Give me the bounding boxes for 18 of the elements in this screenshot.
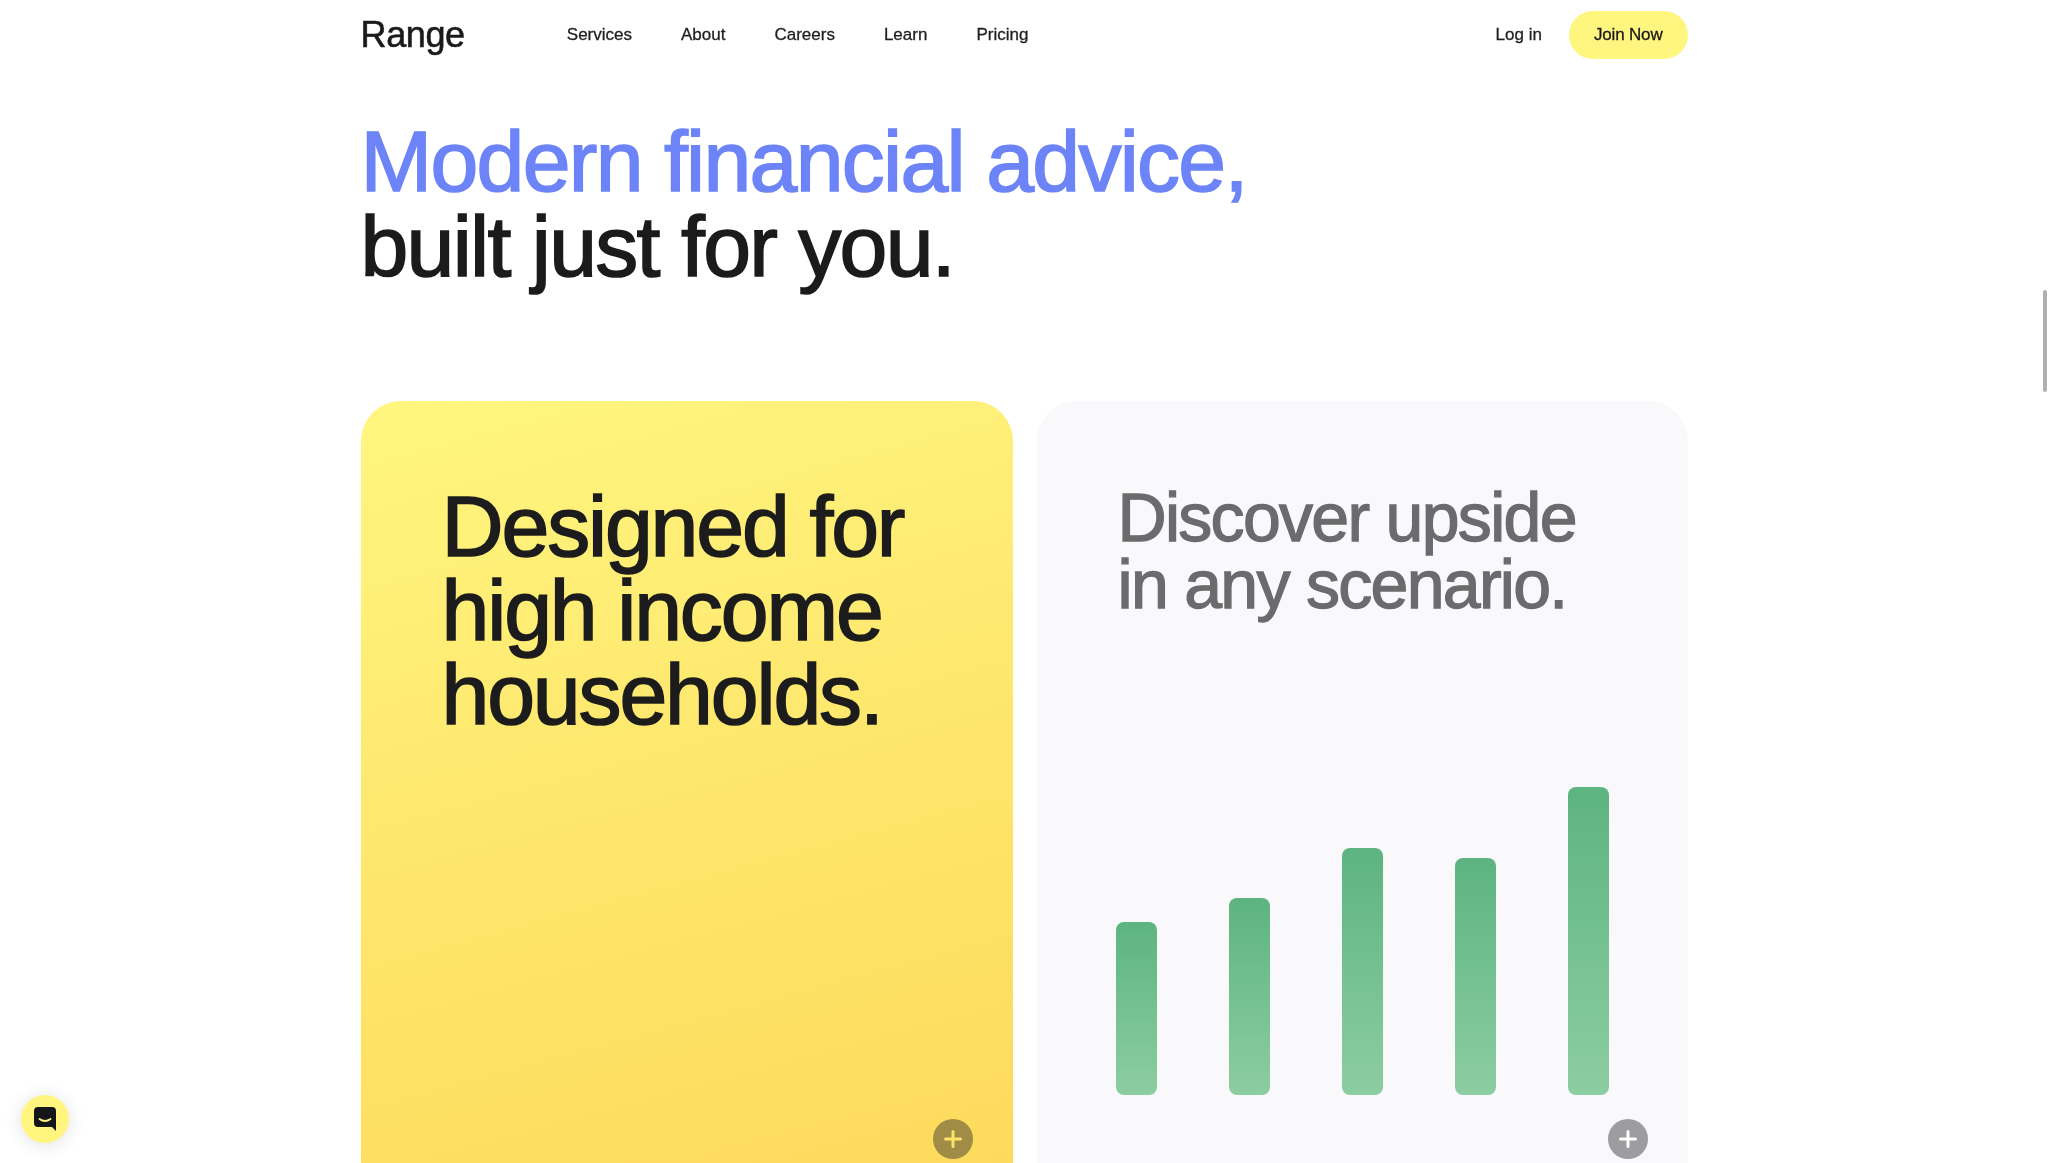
plus-icon [1618,1130,1637,1148]
card-title: Designed for high income households. [441,484,904,740]
plus-icon [943,1130,962,1148]
nav-link[interactable]: About [681,25,726,45]
login-link[interactable]: Log in [1495,25,1542,45]
card-title: Discover upside in any scenario. [1117,484,1576,622]
expand-button[interactable] [932,1119,973,1159]
chat-button[interactable] [21,1095,69,1143]
nav-link[interactable]: Services [566,25,632,45]
nav-link[interactable]: Learn [883,25,928,45]
hero-headline: Modern financial advice, built just for you. [360,116,1247,296]
chat-icon [34,1107,56,1131]
nav-link[interactable]: Careers [774,25,835,45]
join-button[interactable]: Join Now [1568,11,1688,59]
expand-button[interactable] [1607,1119,1648,1159]
logo[interactable]: Range [360,14,465,56]
nav-link[interactable]: Pricing [976,25,1029,45]
scrollbar-thumb[interactable] [2043,290,2047,392]
